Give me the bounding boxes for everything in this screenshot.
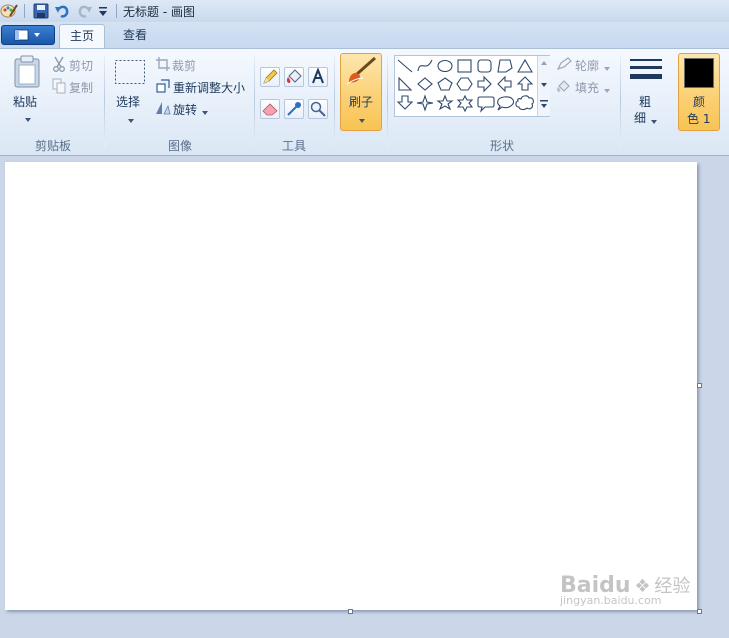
six-point-star-shape bbox=[456, 94, 474, 113]
clipboard-group-label: 剪贴板 bbox=[34, 139, 71, 153]
paint-menu-button[interactable] bbox=[1, 25, 55, 45]
paste-icon[interactable] bbox=[12, 55, 42, 92]
eraser-tool[interactable] bbox=[260, 99, 280, 119]
select-rectangle-icon[interactable] bbox=[114, 59, 146, 88]
customize-quick-access-icon[interactable] bbox=[97, 2, 109, 19]
five-point-star-shape bbox=[436, 94, 454, 111]
undo-icon[interactable] bbox=[54, 2, 70, 19]
left-arrow-shape bbox=[497, 75, 512, 93]
cut-button[interactable]: 剪切 bbox=[69, 57, 93, 74]
group-separator bbox=[334, 55, 335, 147]
rotate-dropdown-arrow-icon[interactable] bbox=[201, 105, 209, 119]
triangle-shape bbox=[517, 58, 533, 73]
rounded-rectangle-shape bbox=[477, 59, 492, 73]
ribbon-tab-row: 主页 查看 bbox=[0, 22, 729, 48]
size-dropdown-arrow-icon bbox=[650, 114, 658, 128]
rotate-button[interactable]: 旋转 bbox=[173, 101, 197, 118]
brush-icon bbox=[345, 56, 377, 89]
rotate-icon bbox=[155, 101, 171, 118]
outline-icon bbox=[556, 57, 572, 74]
pencil-tool[interactable] bbox=[260, 67, 280, 87]
right-triangle-shape bbox=[398, 76, 413, 91]
brushes-dropdown-arrow-icon bbox=[358, 113, 366, 127]
cloud-callout-shape bbox=[515, 95, 534, 111]
shapes-group-label: 形状 bbox=[489, 139, 514, 153]
hexagon-shape bbox=[456, 77, 473, 91]
tab-view[interactable]: 查看 bbox=[112, 24, 158, 48]
tab-home[interactable]: 主页 bbox=[59, 24, 105, 48]
outline-dropdown-arrow-icon[interactable] bbox=[603, 61, 611, 75]
polygon-shape bbox=[497, 59, 513, 73]
size-label-line2: 细 bbox=[634, 111, 647, 125]
image-group-label: 图像 bbox=[167, 139, 192, 153]
drawing-canvas[interactable] bbox=[5, 162, 697, 610]
line-width-icon bbox=[629, 57, 663, 88]
group-separator bbox=[254, 55, 255, 147]
size-label-line1: 粗 bbox=[639, 95, 652, 109]
color-picker-tool[interactable] bbox=[284, 99, 304, 119]
outline-button[interactable]: 轮廓 bbox=[575, 57, 599, 74]
toolbar-separator bbox=[116, 4, 117, 18]
color1-button[interactable]: 颜 色 1 bbox=[678, 53, 720, 131]
crop-button[interactable]: 裁剪 bbox=[172, 57, 196, 74]
fill-bucket-tool[interactable] bbox=[284, 67, 304, 87]
color1-label-line2: 色 1 bbox=[687, 112, 711, 126]
color1-swatch bbox=[684, 58, 714, 88]
curve-shape bbox=[417, 59, 433, 72]
expand-gallery-icon bbox=[541, 104, 547, 108]
resize-handle-corner[interactable] bbox=[697, 609, 702, 614]
diamond-shape bbox=[417, 77, 433, 91]
oval-shape bbox=[437, 59, 453, 73]
right-arrow-shape bbox=[477, 75, 492, 93]
resize-button[interactable]: 重新调整大小 bbox=[173, 79, 245, 96]
resize-icon bbox=[156, 79, 170, 96]
rectangle-shape bbox=[457, 59, 472, 73]
oval-callout-shape bbox=[497, 96, 515, 111]
watermark: Baidu ❖ 经验 jingyan.baidu.com bbox=[560, 572, 690, 607]
scissors-icon bbox=[52, 56, 66, 75]
up-arrow-shape bbox=[516, 76, 534, 91]
fill-button[interactable]: 填充 bbox=[575, 79, 599, 96]
four-point-star-shape bbox=[416, 94, 434, 112]
scroll-up-icon bbox=[541, 61, 547, 65]
crop-icon bbox=[156, 57, 170, 74]
scroll-down-icon bbox=[541, 83, 547, 87]
shapes-scrollbar[interactable] bbox=[537, 56, 550, 116]
redo-icon[interactable] bbox=[77, 2, 93, 19]
color1-label-line1: 颜 bbox=[693, 95, 706, 109]
group-separator bbox=[387, 55, 388, 147]
paste-dropdown-arrow-icon[interactable] bbox=[24, 112, 32, 126]
tools-group-label: 工具 bbox=[281, 139, 306, 153]
window-title: 无标题 - 画图 bbox=[123, 5, 195, 19]
resize-handle-bottom[interactable] bbox=[348, 609, 353, 614]
resize-handle-right[interactable] bbox=[697, 383, 702, 388]
rounded-callout-shape bbox=[477, 96, 495, 113]
copy-icon bbox=[52, 78, 66, 97]
select-button[interactable]: 选择 bbox=[116, 93, 140, 110]
group-separator bbox=[104, 55, 105, 147]
paste-button[interactable]: 粘贴 bbox=[13, 93, 37, 110]
down-arrow-shape bbox=[396, 95, 414, 110]
copy-button[interactable]: 复制 bbox=[69, 79, 93, 96]
pentagon-shape bbox=[437, 77, 453, 91]
brushes-label: 刷子 bbox=[349, 95, 374, 109]
fill-dropdown-arrow-icon[interactable] bbox=[603, 83, 611, 97]
fill-icon bbox=[556, 79, 572, 96]
save-icon[interactable] bbox=[33, 2, 49, 19]
toolbar-separator bbox=[24, 4, 25, 18]
select-dropdown-arrow-icon[interactable] bbox=[127, 113, 135, 127]
text-tool[interactable] bbox=[308, 67, 328, 87]
title-bar: 无标题 - 画图 bbox=[0, 0, 729, 23]
ribbon-home: 粘贴 剪切 复制 剪贴板 选择 裁剪 重新调整大小 旋转 图像 工具 刷子 轮廓… bbox=[0, 48, 729, 156]
brushes-button[interactable]: 刷子 bbox=[340, 53, 382, 131]
group-separator bbox=[620, 55, 621, 147]
paint-app-icon[interactable] bbox=[0, 2, 18, 19]
magnifier-tool[interactable] bbox=[308, 99, 328, 119]
shapes-gallery bbox=[394, 55, 550, 117]
line-shape bbox=[397, 59, 413, 73]
